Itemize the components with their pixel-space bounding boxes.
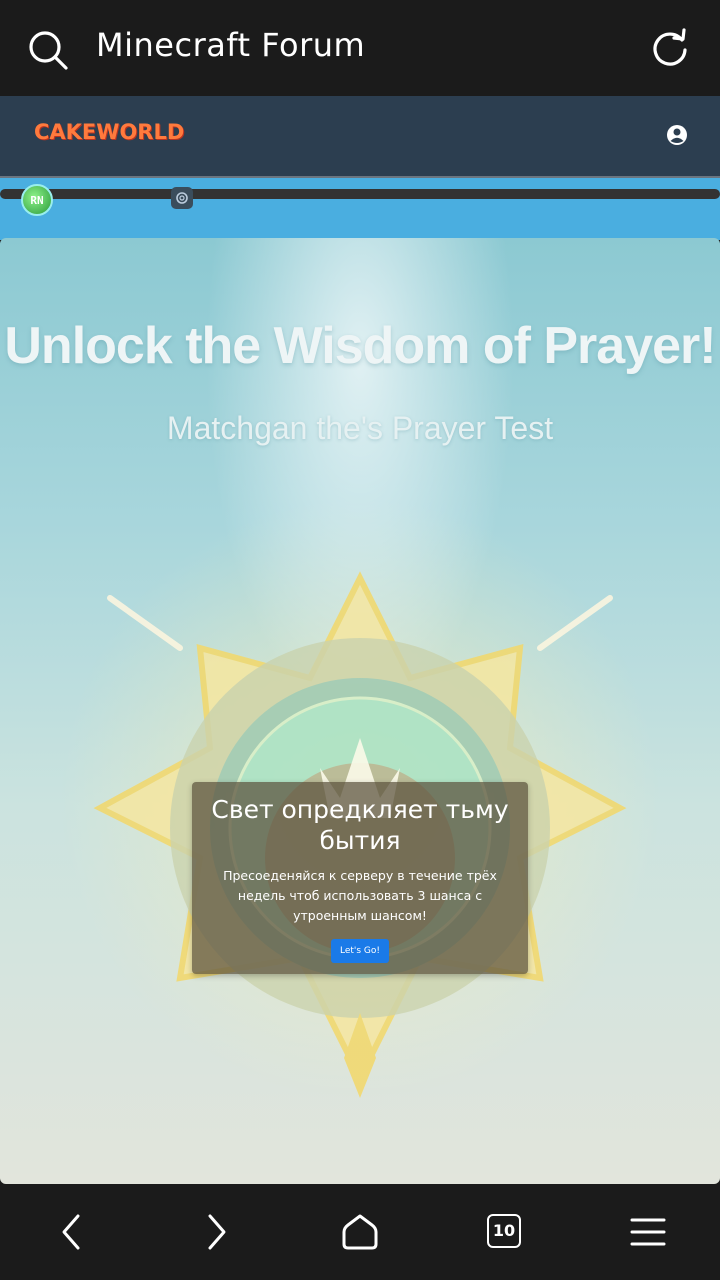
- forward-icon[interactable]: [194, 1210, 238, 1254]
- browser-top-bar: Minecraft Forum: [0, 0, 720, 96]
- user-account-icon[interactable]: [666, 124, 688, 146]
- user-strip: [0, 178, 720, 240]
- search-icon[interactable]: [26, 28, 70, 72]
- browser-bottom-bar: [0, 1184, 720, 1280]
- lets-go-button[interactable]: Let's Go!: [331, 939, 389, 963]
- avatar-label: RN: [30, 193, 44, 207]
- home-icon[interactable]: [338, 1210, 382, 1254]
- back-icon[interactable]: [50, 1210, 94, 1254]
- promo-card-text: Пресоеденяйся к серверу в течение трёх н…: [223, 868, 497, 923]
- site-header: CAKEWORLD: [0, 96, 720, 178]
- reload-icon[interactable]: [648, 26, 692, 70]
- banner-headline: Unlock the Wisdom of Prayer!: [4, 317, 716, 375]
- promo-card-title: Свет опредкляет тьму бытия: [211, 795, 509, 855]
- banner-subhead: Matchgan the's Prayer Test: [166, 410, 554, 446]
- site-logo[interactable]: CAKEWORLD: [34, 120, 184, 144]
- menu-icon[interactable]: [626, 1210, 670, 1254]
- browser-title[interactable]: Minecraft Forum: [96, 26, 365, 64]
- prayer-banner: Unlock the Wisdom of Prayer! Matchgan th…: [0, 238, 720, 1184]
- avatar[interactable]: RN: [21, 184, 53, 216]
- tab-count-button[interactable]: 10: [487, 1214, 521, 1248]
- settings-gear-icon[interactable]: [171, 187, 193, 209]
- strip-divider: [0, 189, 720, 199]
